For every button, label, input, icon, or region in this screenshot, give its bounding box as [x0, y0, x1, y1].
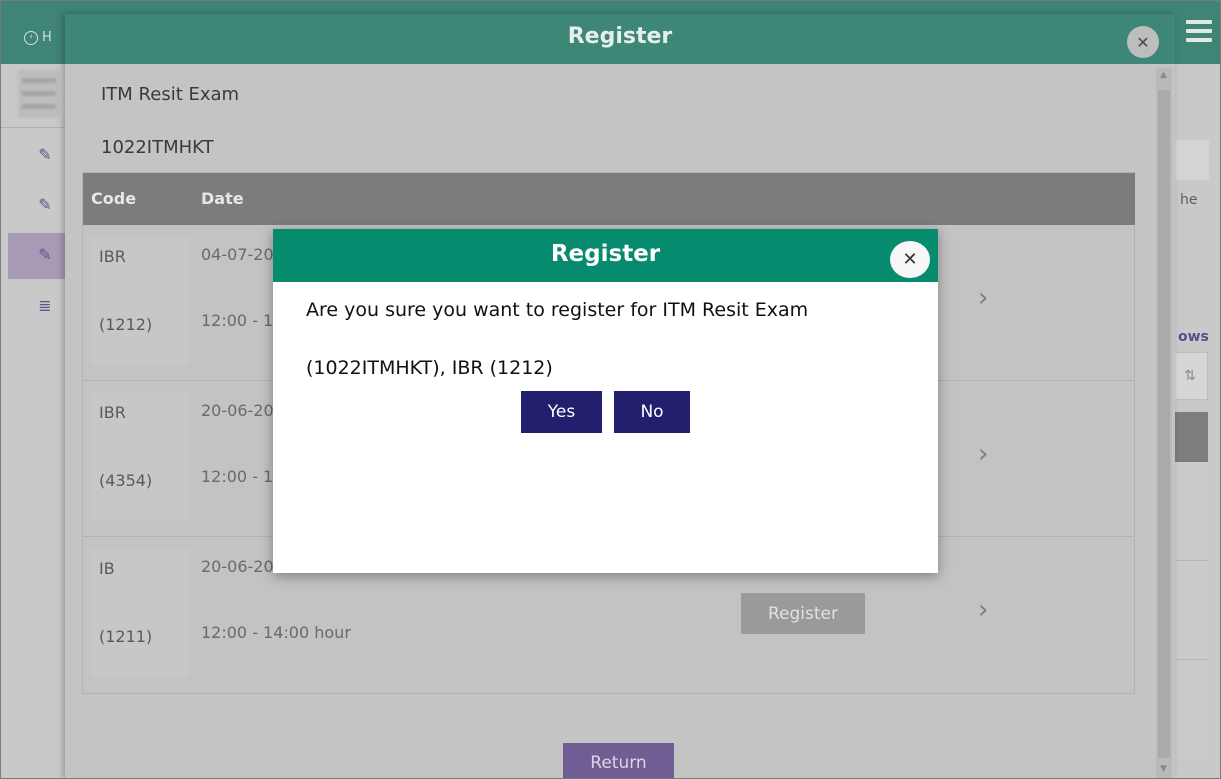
- exam-name: ITM Resit Exam: [101, 84, 240, 105]
- row-number: (4354): [99, 471, 153, 490]
- row-code: IB: [99, 559, 115, 578]
- background-text: he: [1180, 192, 1198, 208]
- sidebar-divider: [0, 127, 65, 128]
- scroll-down-icon[interactable]: ▼: [1160, 764, 1167, 774]
- background-rows-label: ows: [1178, 329, 1209, 345]
- table-header: Code Date: [83, 173, 1135, 225]
- row-date-range: 04-07-20: [201, 245, 274, 264]
- edit-icon[interactable]: ✎: [36, 196, 54, 214]
- row-code: IBR: [99, 247, 126, 266]
- row-register-button[interactable]: Register: [741, 593, 865, 634]
- register-modal-title: Register: [567, 24, 673, 49]
- user-info-blurred: [18, 70, 60, 118]
- column-header-code: Code: [91, 189, 137, 208]
- row-code: IBR: [99, 403, 126, 422]
- chevron-right-icon[interactable]: ›: [978, 595, 988, 625]
- chevron-right-icon[interactable]: ›: [978, 283, 988, 313]
- close-icon[interactable]: ✕: [890, 241, 930, 278]
- row-number: (1211): [99, 627, 153, 646]
- yes-button[interactable]: Yes: [521, 391, 602, 433]
- background-table-rows: [1172, 462, 1208, 759]
- row-time: 12:00 - 1: [201, 311, 274, 330]
- no-button[interactable]: No: [614, 391, 690, 433]
- row-number: (1212): [99, 315, 153, 334]
- exam-code: 1022ITMHKT: [101, 137, 214, 158]
- confirm-register-dialog: Register ✕ Are you sure you want to regi…: [273, 229, 938, 573]
- close-icon[interactable]: ✕: [1127, 26, 1159, 58]
- scroll-up-icon[interactable]: ▲: [1160, 70, 1167, 80]
- confirm-message-line2: (1022ITMHKT), IBR (1212): [306, 357, 553, 379]
- hamburger-menu-icon[interactable]: [1186, 20, 1212, 42]
- list-icon[interactable]: ≣: [36, 297, 54, 315]
- modal-scrollbar[interactable]: ▲ ▼: [1156, 68, 1172, 779]
- edit-icon[interactable]: ✎: [36, 146, 54, 164]
- register-modal-header: Register ✕: [65, 14, 1175, 64]
- back-circle-icon: ‹: [24, 30, 38, 45]
- scrollbar-thumb[interactable]: [1158, 90, 1170, 758]
- background-table-header: [1172, 412, 1208, 462]
- row-time: 12:00 - 1: [201, 467, 274, 486]
- sort-icon[interactable]: ⇅: [1172, 352, 1208, 400]
- row-date-range: 20-06-20: [201, 401, 274, 420]
- edit-icon[interactable]: ✎: [36, 246, 54, 264]
- confirm-message-line1: Are you sure you want to register for IT…: [306, 299, 809, 321]
- background-panel: [1172, 140, 1209, 180]
- confirm-dialog-header: Register ✕: [273, 229, 938, 282]
- back-link-label: H: [42, 30, 52, 45]
- row-time: 12:00 - 14:00 hour: [201, 623, 351, 642]
- chevron-right-icon[interactable]: ›: [978, 439, 988, 469]
- return-button[interactable]: Return: [563, 743, 674, 779]
- confirm-dialog-title: Register: [550, 241, 661, 267]
- back-link[interactable]: ‹ H: [24, 30, 52, 45]
- column-header-date: Date: [201, 189, 244, 208]
